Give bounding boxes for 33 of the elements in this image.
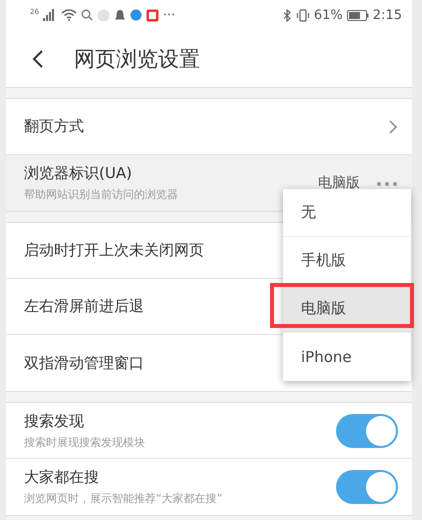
search-icon xyxy=(80,9,93,21)
circle-icon xyxy=(96,8,110,22)
bell-icon xyxy=(114,8,126,22)
row-label: 左右滑屏前进后退 xyxy=(24,297,144,316)
row-label: 翻页方式 xyxy=(24,117,84,136)
current-value: 电脑版 xyxy=(318,174,360,192)
row-description: 浏览网页时，展示智能推荐“大家都在搜” xyxy=(24,491,222,506)
row-description: 帮助网站识别当前访问的浏览器 xyxy=(24,187,178,202)
signal-icon xyxy=(42,9,57,21)
row-label: 启动时打开上次未关闭网页 xyxy=(24,241,204,260)
menu-item[interactable]: 手机版 xyxy=(283,237,411,285)
toggle-switch[interactable] xyxy=(336,414,398,448)
wifi-icon xyxy=(60,9,77,21)
row-description: 搜索时展现搜索发现模块 xyxy=(24,434,145,450)
app-icon xyxy=(130,9,142,21)
menu-item[interactable]: 无 xyxy=(283,189,411,237)
clock: 2:15 xyxy=(372,8,402,22)
toggle-switch[interactable] xyxy=(336,470,398,504)
page-title: 网页浏览设置 xyxy=(74,46,200,72)
vibrate-icon xyxy=(296,8,310,22)
chevron-right-icon xyxy=(388,118,398,134)
row-label: 搜索发现 xyxy=(24,412,84,430)
menu-item[interactable]: iPhone xyxy=(283,333,411,381)
row-label: 双指滑动管理窗口 xyxy=(24,354,144,372)
battery-percent: 61% xyxy=(314,8,343,22)
bluetooth-icon xyxy=(282,8,292,22)
more-notifications: ··· xyxy=(162,8,176,22)
row-label: 浏览器标识(UA) xyxy=(24,164,132,183)
back-icon[interactable] xyxy=(32,48,44,68)
more-icon[interactable] xyxy=(376,181,398,187)
row-label: 大家都在搜 xyxy=(24,468,99,487)
battery-icon xyxy=(346,10,369,20)
app-icon xyxy=(146,8,159,22)
